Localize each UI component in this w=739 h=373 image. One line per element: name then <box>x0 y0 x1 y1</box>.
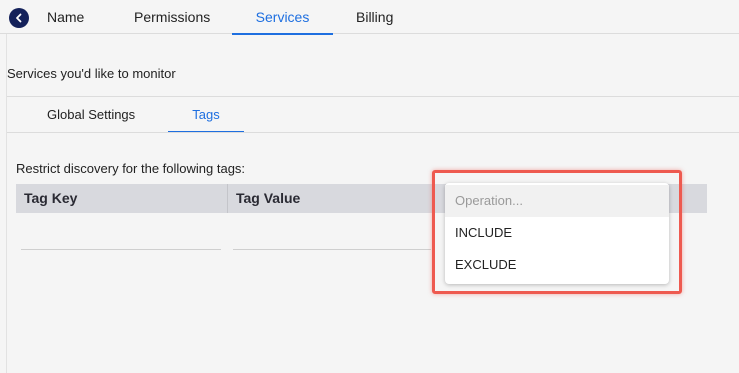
tag-value-input[interactable] <box>233 249 431 250</box>
operation-dropdown-menu[interactable]: Operation... INCLUDE EXCLUDE <box>445 183 669 284</box>
column-header-tag-value: Tag Value <box>236 190 301 206</box>
option-exclude[interactable]: EXCLUDE <box>445 249 669 281</box>
tab-billing[interactable]: Billing <box>356 0 393 34</box>
divider <box>7 132 739 133</box>
option-include[interactable]: INCLUDE <box>445 217 669 249</box>
back-button[interactable] <box>9 8 29 28</box>
chevron-left-icon <box>16 13 22 23</box>
operation-placeholder-option[interactable]: Operation... <box>445 185 669 217</box>
tab-tags[interactable]: Tags <box>168 97 244 133</box>
top-tab-bar: Name Permissions Services Billing <box>0 0 739 35</box>
tab-permissions[interactable]: Permissions <box>134 0 210 34</box>
tab-global-settings[interactable]: Global Settings <box>47 97 135 132</box>
tag-key-input[interactable] <box>21 249 221 250</box>
column-separator <box>227 184 228 213</box>
tab-name[interactable]: Name <box>47 0 84 34</box>
restrict-discovery-label: Restrict discovery for the following tag… <box>16 161 246 176</box>
left-panel-edge <box>0 0 7 373</box>
column-header-tag-key: Tag Key <box>24 190 78 206</box>
page: Name Permissions Services Billing Servic… <box>0 0 739 373</box>
section-title: Services you'd like to monitor <box>7 66 176 81</box>
tab-services[interactable]: Services <box>232 0 333 35</box>
